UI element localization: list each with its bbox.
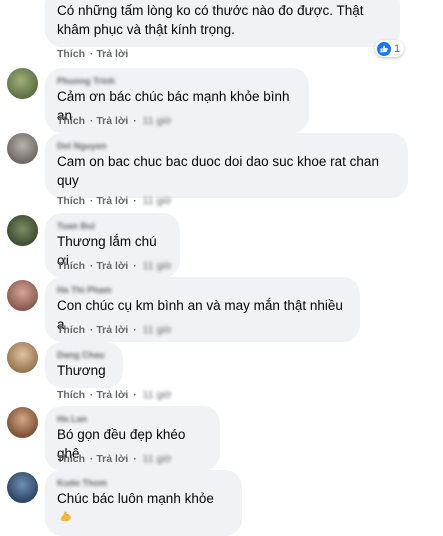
avatar[interactable]	[7, 342, 38, 373]
like-icon	[377, 41, 391, 56]
like-button[interactable]: Thích	[57, 115, 85, 127]
comment-actions: Thích · Trả lời · 11 giờ	[57, 195, 172, 207]
avatar[interactable]	[7, 133, 38, 164]
comment-author[interactable]	[57, 0, 388, 1]
comment-bubble: Có những tấm lòng ko có thước nào đo đượ…	[45, 0, 400, 47]
avatar[interactable]	[7, 215, 38, 246]
comment-time[interactable]: 11 giờ	[143, 324, 172, 336]
comment-author[interactable]: Phuong Trinh	[57, 75, 297, 87]
comment-time[interactable]: 11 giờ	[143, 260, 172, 272]
comment-text-content: Chúc bác luôn mạnh khỏe	[57, 491, 214, 506]
comment-author[interactable]: Kudo Thom	[57, 477, 230, 489]
comment-time[interactable]: 11 giờ	[143, 453, 172, 465]
reply-button[interactable]: Trả lời	[96, 48, 128, 60]
comment-actions: Thích · Trả lời · 11 giờ	[57, 115, 172, 127]
comment-author[interactable]: Del Nguyen	[57, 140, 396, 152]
like-button[interactable]: Thích	[57, 324, 85, 336]
like-button[interactable]: Thích	[57, 389, 85, 401]
comment-text: Thương	[57, 363, 106, 378]
comment-text: Chúc bác luôn mạnh khỏe	[57, 489, 230, 528]
comment-bubble: Dang Chau Thương	[45, 342, 123, 388]
comment-author[interactable]: Ha Lan	[57, 413, 208, 425]
comment-author[interactable]: Tuan Bui	[57, 220, 168, 232]
comment-actions: Thích · Trả lời	[57, 48, 129, 60]
comment-time[interactable]: 11 giờ	[143, 115, 172, 127]
like-button[interactable]: Thích	[57, 48, 85, 60]
reply-button[interactable]: Trả lời	[96, 453, 128, 465]
like-button[interactable]: Thích	[57, 453, 85, 465]
reply-button[interactable]: Trả lời	[96, 324, 128, 336]
reply-button[interactable]: Trả lời	[96, 115, 128, 127]
comment-text: Cam on bac chuc bac duoc doi dao suc kho…	[57, 154, 379, 188]
like-button[interactable]: Thích	[57, 195, 85, 207]
like-button[interactable]: Thích	[57, 260, 85, 272]
comment-time[interactable]: 11 giờ	[143, 195, 172, 207]
comment-time[interactable]: 11 giờ	[143, 389, 172, 401]
comment-actions: Thích · Trả lời · 11 giờ	[57, 453, 172, 465]
reply-button[interactable]: Trả lời	[96, 389, 128, 401]
comment-text: Có những tấm lòng ko có thước nào đo đượ…	[57, 3, 364, 37]
comment-bubble: Del Nguyen Cam on bac chuc bac duoc doi …	[45, 133, 408, 198]
reply-button[interactable]: Trả lời	[96, 260, 128, 272]
avatar[interactable]	[7, 472, 38, 503]
comment-author[interactable]: Dang Chau	[57, 349, 111, 361]
comment-actions: Thích · Trả lời · 11 giờ	[57, 389, 172, 401]
comment-bubble: Kudo Thom Chúc bác luôn mạnh khỏe	[45, 470, 242, 536]
avatar[interactable]	[7, 280, 38, 311]
comment-actions: Thích · Trả lời · 11 giờ	[57, 260, 172, 272]
reaction-count[interactable]: 1	[375, 40, 405, 57]
comment-author[interactable]: Ha Thi Pham	[57, 284, 348, 296]
avatar[interactable]	[7, 407, 38, 438]
avatar[interactable]	[7, 68, 38, 99]
comment-actions: Thích · Trả lời · 11 giờ	[57, 324, 172, 336]
reply-button[interactable]: Trả lời	[96, 195, 128, 207]
flexed-biceps-icon	[59, 509, 73, 528]
reaction-number: 1	[394, 42, 401, 55]
